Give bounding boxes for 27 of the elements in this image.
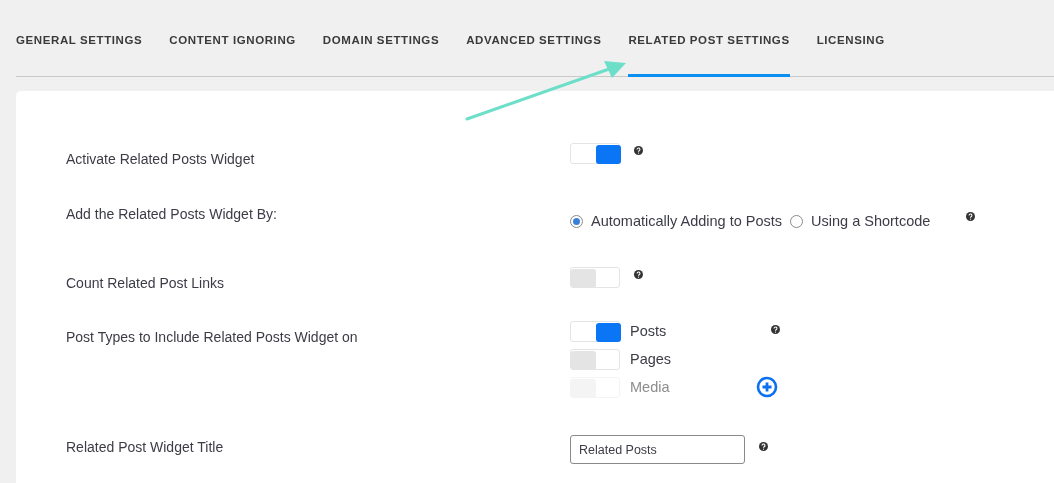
help-icon[interactable] xyxy=(634,270,643,279)
post-type-label: Media xyxy=(630,379,670,395)
setting-label: Related Post Widget Title xyxy=(65,439,225,455)
toggle-switch[interactable] xyxy=(570,321,620,342)
setting-label: Add the Related Posts Widget By: xyxy=(65,206,278,222)
post-type-label: Pages xyxy=(630,351,672,367)
tab[interactable]: LICENSING xyxy=(816,0,885,77)
help-icon[interactable] xyxy=(966,211,976,221)
tab[interactable]: ADVANCED SETTINGS xyxy=(466,0,602,77)
toggle-switch[interactable] xyxy=(570,143,620,164)
toggle-switch[interactable] xyxy=(570,267,620,288)
tab[interactable]: CONTENT IGNORING xyxy=(169,0,296,77)
setting-label: Post Types to Include Related Posts Widget on xyxy=(65,329,359,345)
toggle-switch[interactable] xyxy=(570,349,620,370)
setting-label: Activate Related Posts Widget xyxy=(65,151,256,167)
title-input-field[interactable]: Related Posts xyxy=(570,435,745,464)
tab[interactable]: RELATED POST SETTINGS xyxy=(628,0,790,77)
help-icon[interactable] xyxy=(634,146,643,155)
tab[interactable]: GENERAL SETTINGS xyxy=(16,0,143,77)
radio-option[interactable]: Using a Shortcode xyxy=(790,213,931,229)
radio-option[interactable]: Automatically Adding to Posts xyxy=(570,213,783,229)
help-icon[interactable] xyxy=(759,442,768,451)
add-icon[interactable] xyxy=(755,375,778,398)
setting-label: Count Related Post Links xyxy=(65,275,225,291)
post-type-label: Posts xyxy=(630,323,667,339)
tab[interactable]: DOMAIN SETTINGS xyxy=(322,0,440,77)
help-icon[interactable] xyxy=(771,324,781,334)
